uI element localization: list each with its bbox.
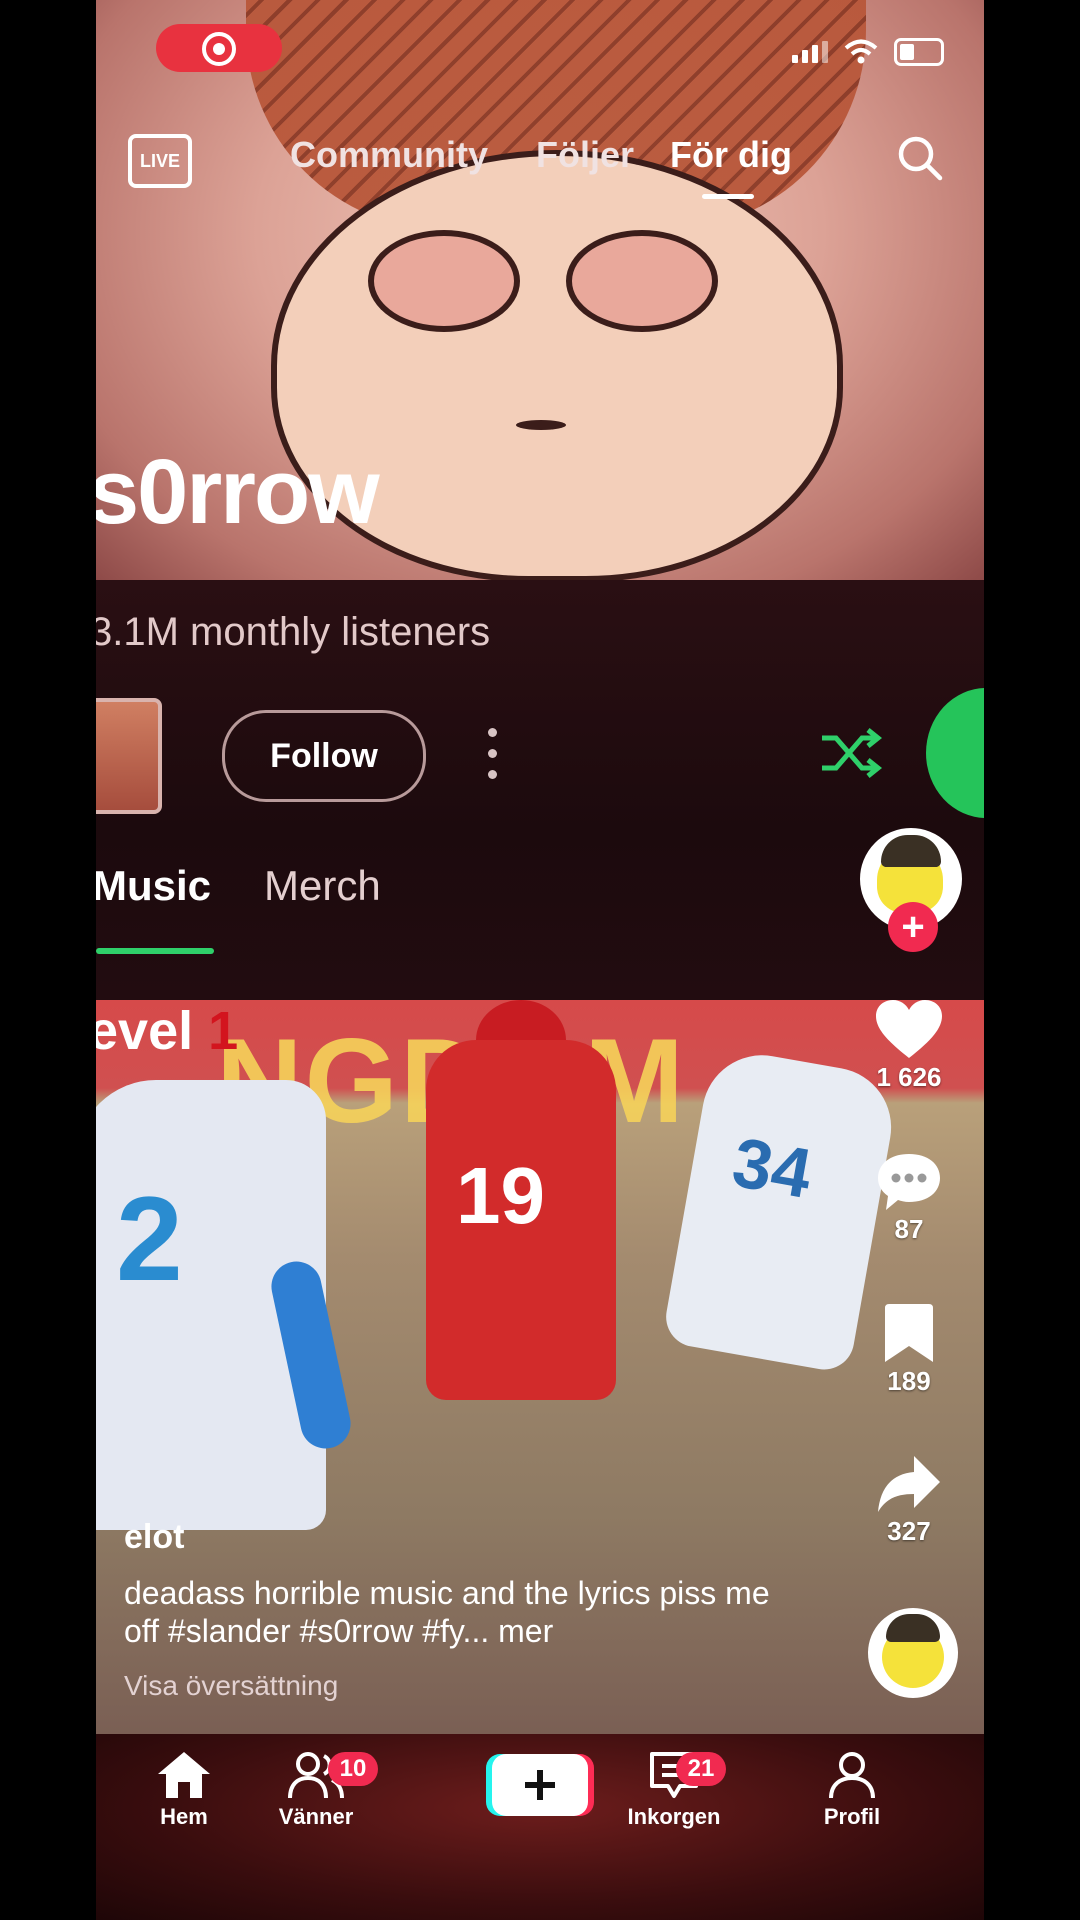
screen-recording-indicator[interactable] — [156, 24, 282, 72]
nav-friends-label: Vänner — [278, 1804, 354, 1829]
comment-count: 87 — [894, 1214, 924, 1244]
nav-inbox[interactable]: Inkorgen 21 — [604, 1750, 744, 1830]
active-tab-underline — [702, 194, 754, 199]
save-count: 189 — [887, 1366, 931, 1396]
save-button[interactable]: 189 — [844, 1304, 974, 1397]
bookmark-icon — [885, 1304, 933, 1362]
jersey-number-red: 19 — [456, 1151, 545, 1240]
artist-name: s0rrow — [96, 441, 380, 543]
drawing-eye-right — [566, 230, 718, 332]
profile-icon — [829, 1752, 875, 1799]
artist-tab-music: Music — [96, 862, 212, 909]
share-icon — [878, 1456, 940, 1512]
plus-icon — [525, 1770, 555, 1800]
home-icon — [158, 1752, 210, 1798]
nav-inbox-label: Inkorgen — [627, 1804, 721, 1829]
level-text: evel — [96, 1001, 194, 1061]
artist-follow-button: Follow — [222, 710, 426, 802]
more-options-icon — [482, 728, 502, 782]
nav-profile[interactable]: Profil — [782, 1750, 922, 1830]
friends-badge: 10 — [328, 1752, 378, 1786]
artist-tab-underline — [96, 948, 214, 954]
signal-icon — [792, 41, 828, 63]
level-label: evel 1 — [96, 1000, 238, 1062]
phone-screen: s0rrow 3.1M monthly listeners Follow Mus… — [96, 0, 984, 1920]
nav-friends[interactable]: Vänner 10 — [246, 1750, 386, 1830]
monthly-listeners: 3.1M monthly listeners — [96, 610, 491, 654]
comment-icon — [878, 1154, 940, 1210]
live-icon[interactable]: LIVE — [128, 134, 192, 188]
share-button[interactable]: 327 — [844, 1454, 974, 1547]
tab-community[interactable]: Community — [290, 134, 488, 176]
create-button[interactable] — [492, 1754, 588, 1816]
comment-button[interactable]: 87 — [844, 1152, 974, 1245]
status-icons — [792, 38, 944, 66]
bottom-nav: Hem Vänner 10 Inkorgen 21 Profil — [96, 1734, 984, 1920]
search-icon[interactable] — [896, 134, 944, 182]
top-nav: LIVE Community Följer För dig — [96, 130, 984, 199]
caption-text[interactable]: deadass horrible music and the lyrics pi… — [124, 1574, 784, 1650]
drawing-mouth — [516, 420, 566, 430]
jersey-number-left: 2 — [116, 1172, 183, 1306]
caption-username[interactable]: elot — [124, 1518, 184, 1557]
player-red: 19 — [426, 1040, 616, 1400]
artist-tab-merch: Merch — [264, 862, 381, 909]
nav-profile-label: Profil — [823, 1804, 881, 1829]
tab-for-you[interactable]: För dig — [670, 134, 792, 176]
follow-creator-button[interactable]: + — [888, 902, 938, 952]
share-count: 327 — [887, 1516, 931, 1546]
nav-home[interactable]: Hem — [114, 1750, 254, 1830]
artist-thumbnail — [96, 698, 162, 814]
translate-link[interactable]: Visa översättning — [124, 1670, 338, 1702]
jersey-number-right: 34 — [727, 1122, 818, 1213]
inbox-badge: 21 — [676, 1752, 726, 1786]
like-button[interactable]: 1 626 — [844, 1000, 974, 1093]
music-disc[interactable] — [868, 1608, 958, 1698]
nav-home-label: Hem — [160, 1804, 208, 1829]
shuffle-icon — [822, 728, 883, 778]
battery-icon — [894, 38, 944, 66]
drawing-eye-left — [368, 230, 520, 332]
tab-following[interactable]: Följer — [536, 134, 634, 176]
heart-icon — [876, 1000, 942, 1058]
wifi-icon — [844, 39, 878, 64]
level-number: 1 — [208, 1001, 239, 1061]
like-count: 1 626 — [876, 1062, 942, 1092]
